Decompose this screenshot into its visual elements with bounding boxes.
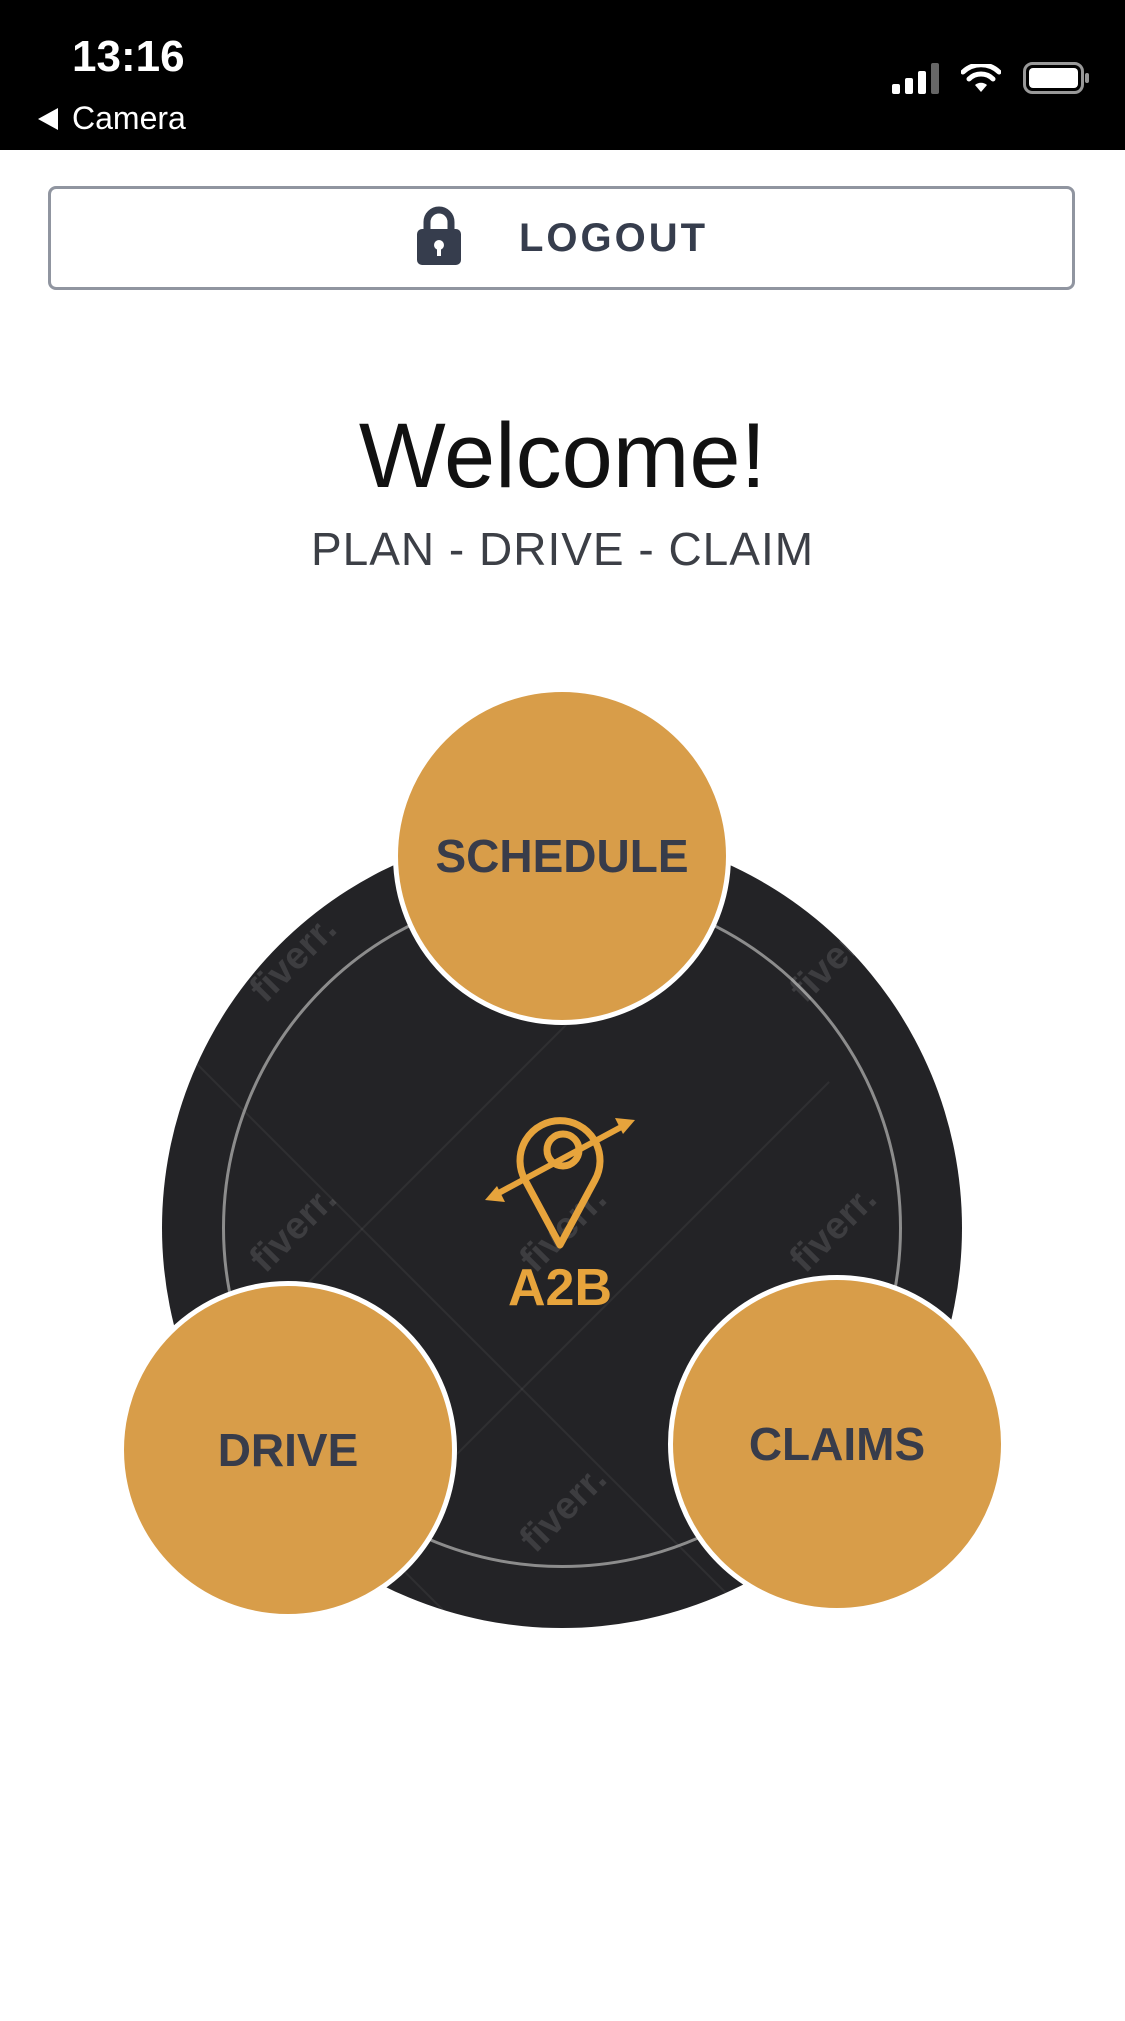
drive-label: DRIVE bbox=[217, 1424, 359, 1476]
tagline: PLAN - DRIVE - CLAIM bbox=[310, 523, 815, 575]
claims-button[interactable]: CLAIMS bbox=[668, 1275, 1006, 1613]
logo-text: A2B bbox=[507, 1259, 613, 1317]
watermark: fiverr. bbox=[781, 907, 885, 1011]
status-bar: 13:16 Camera bbox=[0, 0, 1125, 150]
claims-label: CLAIMS bbox=[748, 1418, 926, 1470]
cellular-signal-icon bbox=[892, 62, 939, 94]
welcome-title: Welcome! bbox=[358, 405, 767, 507]
a2b-logo: A2B bbox=[460, 1100, 660, 1330]
schedule-button[interactable]: SCHEDULE bbox=[393, 687, 731, 1025]
schedule-label: SCHEDULE bbox=[435, 830, 689, 882]
back-arrow-icon bbox=[38, 107, 58, 130]
logout-label: LOGOUT bbox=[518, 215, 709, 260]
drive-button[interactable]: DRIVE bbox=[119, 1281, 457, 1619]
status-icons bbox=[892, 62, 1091, 94]
back-link-label: Camera bbox=[72, 100, 186, 136]
back-to-app-link[interactable]: Camera bbox=[38, 100, 186, 137]
logout-button[interactable]: LOGOUT bbox=[48, 186, 1075, 290]
wifi-icon bbox=[961, 64, 1001, 94]
status-time: 13:16 bbox=[72, 32, 185, 81]
battery-icon bbox=[1023, 62, 1091, 94]
location-pin-icon bbox=[475, 1100, 645, 1254]
lock-icon bbox=[415, 205, 463, 271]
